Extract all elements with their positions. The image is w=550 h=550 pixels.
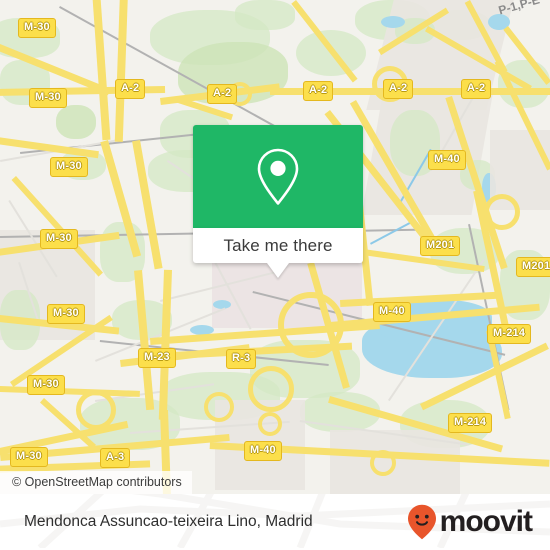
footer-bar: Mendonca Assuncao-teixeira Lino, Madrid … [0, 494, 550, 550]
osm-attribution[interactable]: © OpenStreetMap contributors [0, 471, 192, 494]
take-me-there-label: Take me there [223, 235, 333, 255]
moovit-brand[interactable]: moovit [407, 504, 533, 540]
map-screenshot: M-30 A-2 A-2 A-2 A-2 A-2 M-30 M-30 M-40 M-30 M201 M… [0, 0, 550, 550]
map-pin-icon [257, 148, 299, 205]
location-title: Mendonca Assuncao-teixeira Lino, Madrid [24, 513, 313, 530]
callout-action-panel[interactable]: Take me there [193, 228, 363, 278]
moovit-smiley-pin-icon [407, 504, 436, 540]
callout-pointer-tail [267, 263, 289, 278]
moovit-wordmark: moovit [439, 505, 533, 538]
callout-icon-panel [193, 125, 363, 228]
map-label: P-1,P-E [496, 0, 542, 18]
location-callout-card[interactable]: Take me there [193, 125, 363, 278]
